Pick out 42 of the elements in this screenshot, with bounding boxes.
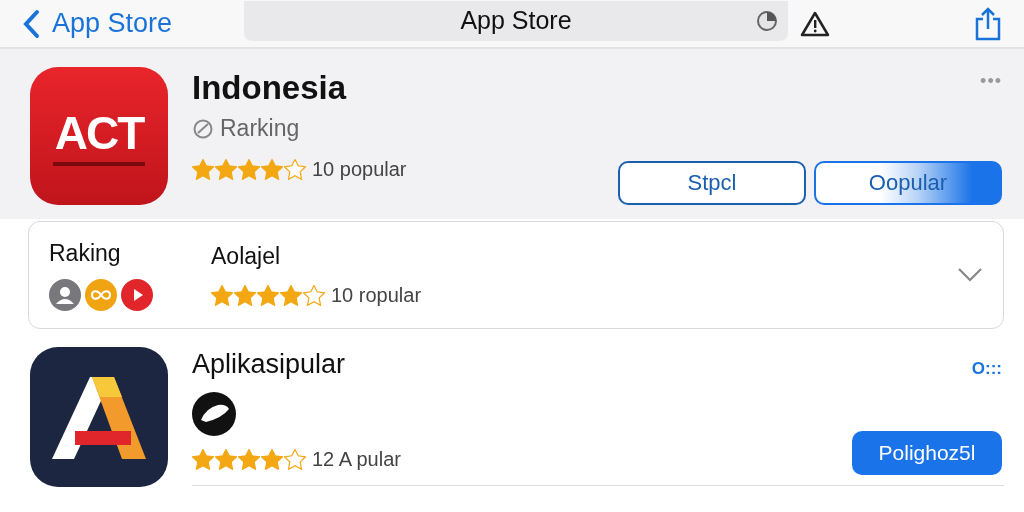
star-icon <box>261 449 283 470</box>
chevron-down-icon[interactable] <box>957 267 983 283</box>
more-link[interactable]: O::: <box>971 359 1002 379</box>
person-icon <box>49 278 81 311</box>
star-icon <box>211 285 233 306</box>
developer-logo-icon <box>192 392 236 436</box>
star-icon <box>238 159 260 180</box>
star-icon <box>284 449 306 470</box>
share-icon[interactable] <box>974 6 1002 41</box>
star-icon <box>261 159 283 180</box>
star-icon <box>303 285 325 306</box>
app-name: Aplikasipular <box>192 349 347 380</box>
app-subtitle: Rarking <box>220 115 300 142</box>
badge-icon <box>192 117 214 140</box>
rating-count: 10 ropular <box>331 284 422 307</box>
star-icon <box>284 159 306 180</box>
card-label: Raking <box>49 239 122 267</box>
star-icon <box>280 285 302 306</box>
reload-icon[interactable] <box>756 9 778 32</box>
warning-icon[interactable] <box>800 9 830 38</box>
card-title: Aolajel <box>211 243 282 270</box>
app-icon[interactable]: ACT <box>30 67 168 205</box>
more-icon[interactable]: ••• <box>980 71 1002 92</box>
star-icon <box>215 449 237 470</box>
rating-count: 10 popular <box>312 158 407 181</box>
star-icon <box>192 449 214 470</box>
infinity-icon <box>85 278 117 311</box>
nav-title: App Store <box>460 6 572 35</box>
star-icon <box>257 285 279 306</box>
star-icon <box>215 159 237 180</box>
app-icon[interactable] <box>30 347 168 487</box>
play-icon <box>121 278 153 311</box>
back-link[interactable]: App Store <box>22 8 232 39</box>
chevron-left-icon <box>22 8 42 39</box>
rating-count: 12 A pular <box>312 448 401 471</box>
star-icon <box>234 285 256 306</box>
star-icon <box>192 159 214 180</box>
get-button[interactable]: Polighoz5l <box>852 431 1002 475</box>
action-button[interactable]: Stpcl <box>618 161 806 205</box>
logo-text: ACT <box>54 106 144 160</box>
star-icon <box>238 449 260 470</box>
app-name: Indonesia <box>192 69 348 107</box>
